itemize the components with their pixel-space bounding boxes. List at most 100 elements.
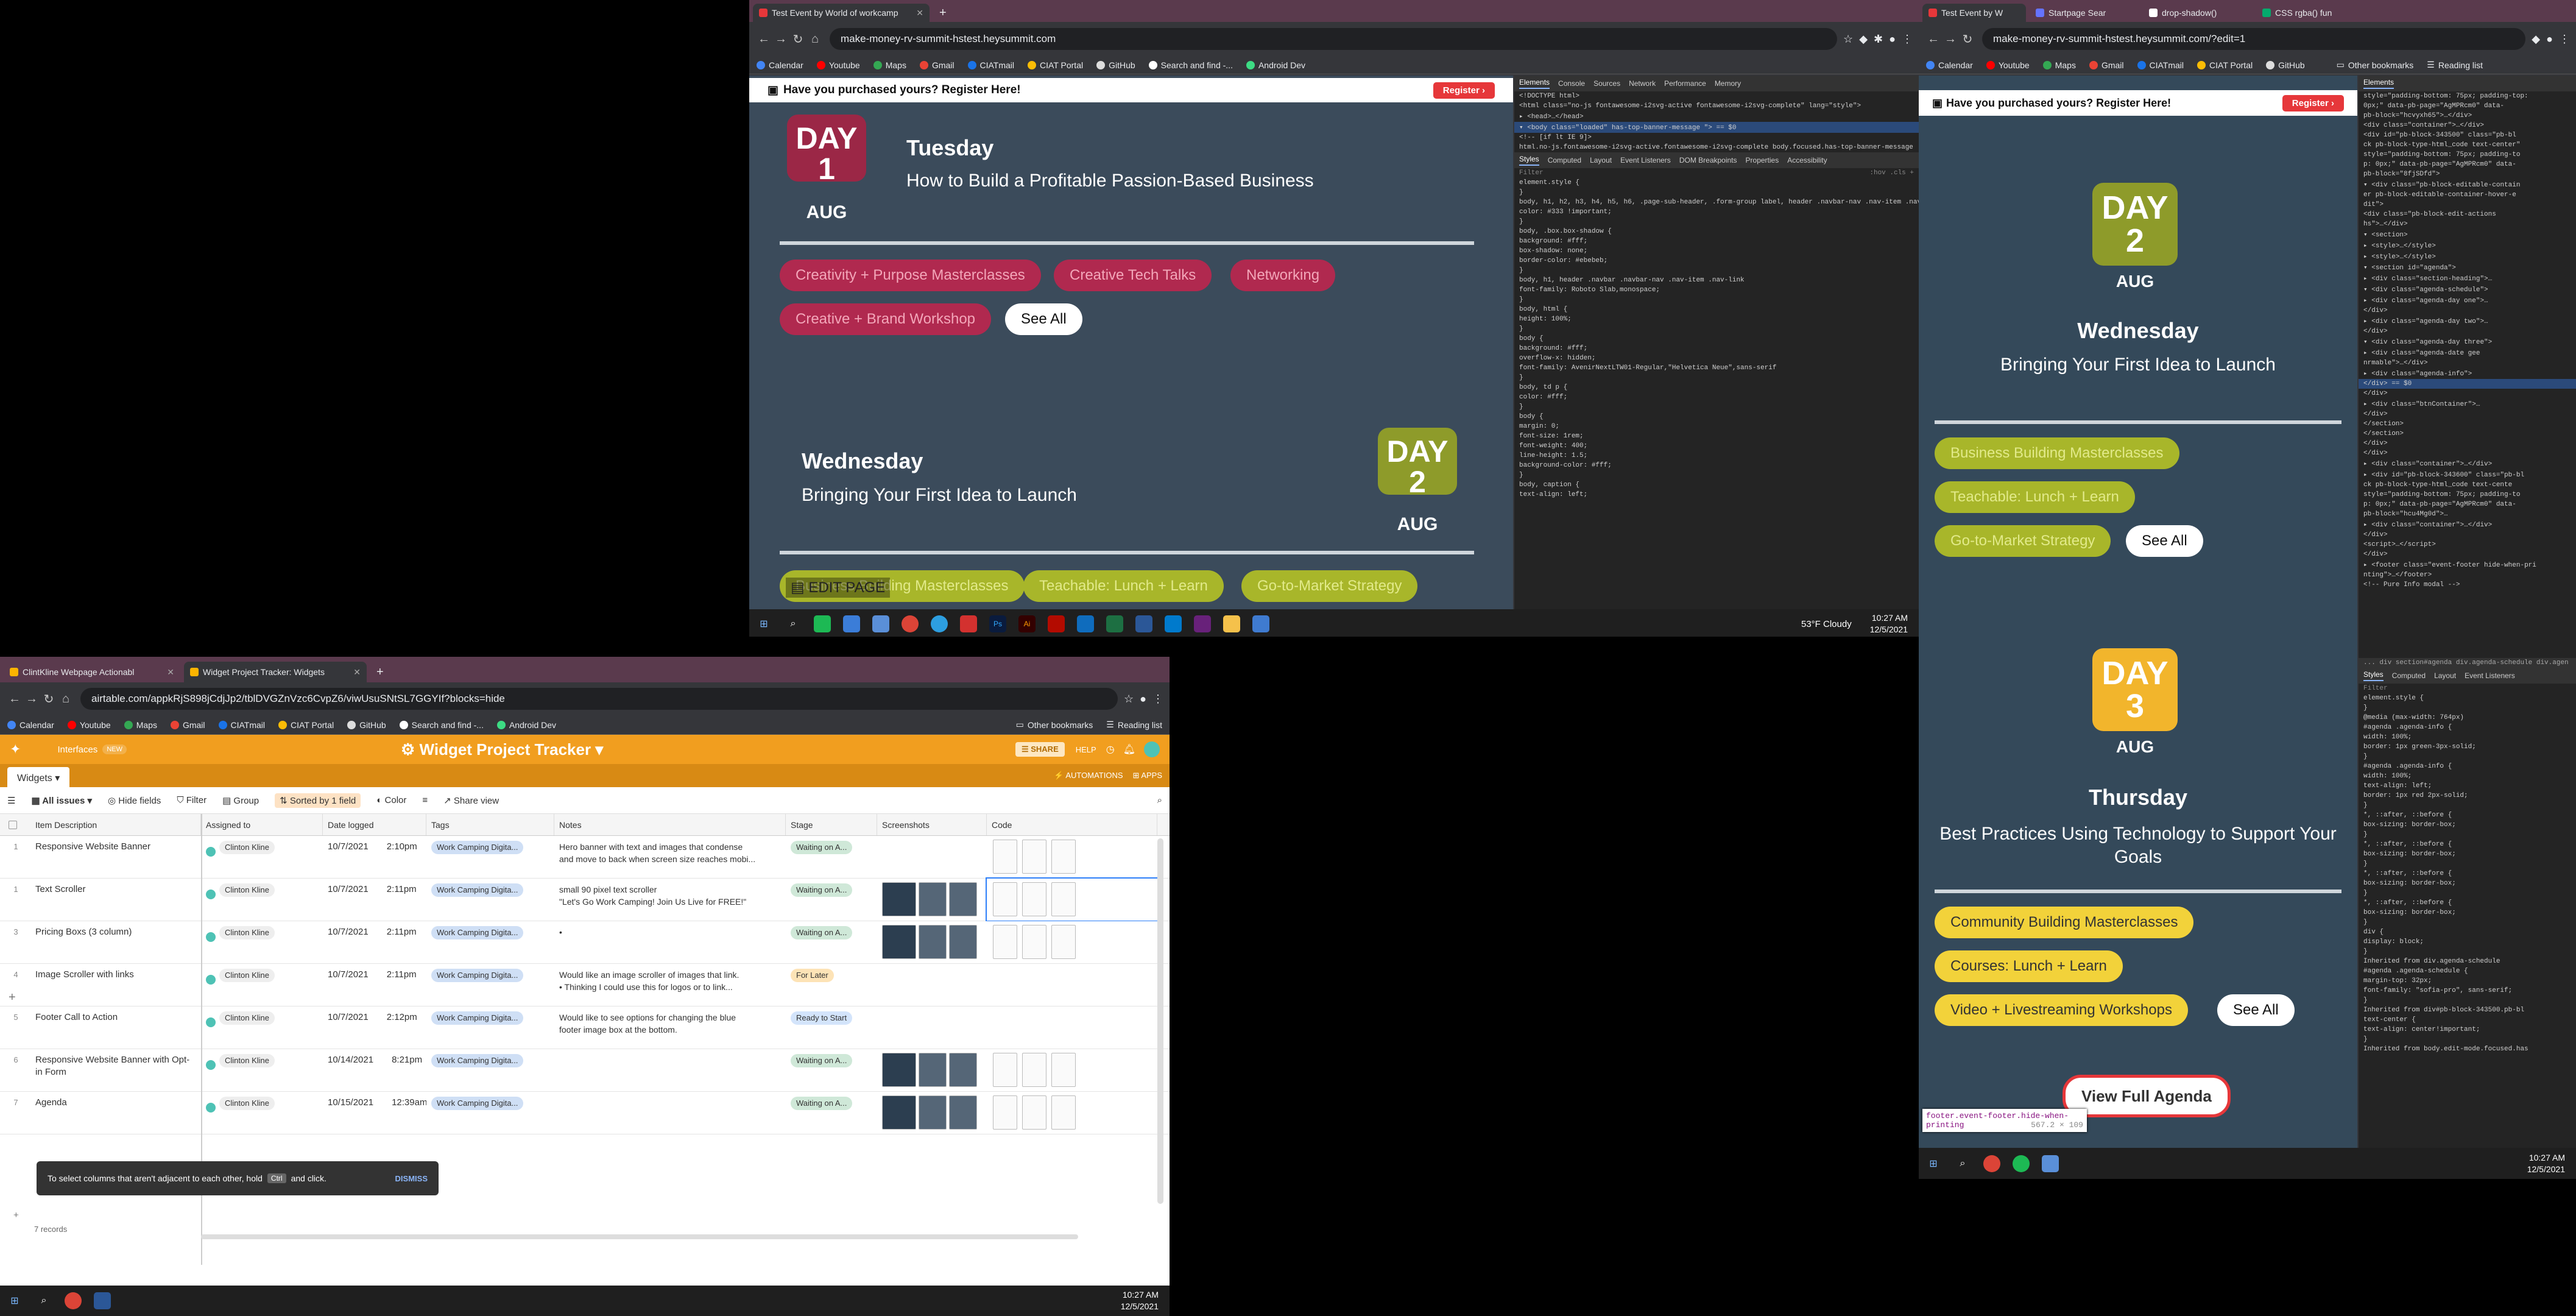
code-line[interactable]: ▸ <div class="container">…</div>: [2359, 519, 2576, 530]
code-line[interactable]: *, ::after, ::before {: [2359, 869, 2576, 879]
word-icon[interactable]: [94, 1292, 111, 1309]
home-icon[interactable]: ⌂: [806, 32, 824, 46]
row-number[interactable]: 1: [4, 836, 28, 878]
code-line[interactable]: }: [2359, 1035, 2576, 1044]
tags[interactable]: Work Camping Digita...: [426, 1049, 554, 1091]
code-line[interactable]: box-sizing: border-box;: [2359, 879, 2576, 888]
word-icon[interactable]: [1135, 615, 1152, 632]
reload-icon[interactable]: ↻: [1959, 32, 1976, 47]
assigned-to[interactable]: Clinton Kline: [201, 964, 323, 1006]
bookmark-gmail[interactable]: Gmail: [170, 720, 205, 730]
acrobat-icon[interactable]: [960, 615, 977, 632]
code-line[interactable]: </div>: [2359, 448, 2576, 458]
item-description[interactable]: Responsive Website Banner: [30, 836, 201, 878]
other-bookmarks[interactable]: ▭ Other bookmarks: [2337, 60, 2414, 70]
code-line[interactable]: </div>: [2359, 409, 2576, 419]
screenshot-thumbnail[interactable]: [919, 882, 947, 916]
new-tab-button[interactable]: +: [933, 4, 953, 22]
tab-memory[interactable]: Memory: [1715, 79, 1741, 88]
code-line[interactable]: }: [2359, 830, 2576, 840]
photoshop-icon[interactable]: Ps: [989, 615, 1006, 632]
code-line[interactable]: overflow-x: hidden;: [1514, 353, 1919, 363]
code-line[interactable]: </div>: [2359, 530, 2576, 540]
screenshots-cell[interactable]: [877, 964, 987, 1006]
code-line[interactable]: box-sizing: border-box;: [2359, 908, 2576, 918]
code-line[interactable]: element.style {: [1514, 178, 1919, 188]
tab-widget-tracker[interactable]: Widget Project Tracker: Widgets ✕: [184, 662, 367, 682]
notes[interactable]: Would like an image scroller of images t…: [554, 964, 786, 1006]
date-logged[interactable]: 10/7/2021 2:11pm: [323, 879, 426, 921]
code-cell[interactable]: [987, 1006, 1157, 1049]
styles-filter[interactable]: Filter:hov .cls +: [1514, 168, 1919, 178]
code-line[interactable]: }: [2359, 703, 2576, 713]
bookmark-ciatmail[interactable]: CIATmail: [218, 720, 265, 730]
code-line[interactable]: <!DOCTYPE html>: [1514, 91, 1919, 101]
code-line[interactable]: </div>: [2359, 389, 2576, 398]
code-line[interactable]: </section>: [2359, 419, 2576, 429]
code-line[interactable]: box-sizing: border-box;: [2359, 849, 2576, 859]
code-line[interactable]: @media (max-width: 764px): [2359, 713, 2576, 723]
share-view-button[interactable]: ↗ Share view: [443, 795, 499, 806]
code-line[interactable]: body, html {: [1514, 305, 1919, 314]
extension-icon[interactable]: ◆: [1859, 33, 1868, 46]
search-icon[interactable]: ⌕: [785, 615, 802, 632]
code-line[interactable]: margin: 0;: [1514, 422, 1919, 431]
chrome-icon[interactable]: [902, 615, 919, 632]
code-line[interactable]: font-weight: 400;: [1514, 441, 1919, 451]
code-line[interactable]: <script>…</script>: [2359, 540, 2576, 550]
code-line[interactable]: ▸ <head>…</head>: [1514, 111, 1919, 122]
bookmark-ciat-portal[interactable]: CIAT Portal: [278, 720, 334, 730]
code-line[interactable]: text-align: left;: [2359, 781, 2576, 791]
bookmark-maps[interactable]: Maps: [2042, 60, 2076, 70]
code-line[interactable]: body, caption {: [1514, 480, 1919, 490]
screenshot-thumbnail[interactable]: [949, 925, 977, 959]
row-number[interactable]: 7: [4, 1092, 28, 1134]
code-line[interactable]: ▸ <div class="section-heading">…: [2359, 273, 2576, 284]
forward-icon[interactable]: →: [23, 692, 40, 706]
code-line[interactable]: ck pb-block-type-html_code text-cente: [2359, 480, 2576, 490]
code-line[interactable]: width: 100%;: [2359, 771, 2576, 781]
screenshots-cell[interactable]: [877, 1006, 987, 1049]
base-title[interactable]: ⚙ Widget Project Tracker ▾: [401, 740, 603, 759]
track-pill[interactable]: Go-to-Market Strategy: [1935, 525, 2111, 557]
sort-button[interactable]: ⇅ Sorted by 1 field: [275, 793, 361, 808]
table-row[interactable]: 3 Pricing Boxs (3 column) Clinton Kline 10/…: [0, 921, 1170, 964]
bookmark-search[interactable]: Search and find -...: [1148, 60, 1233, 70]
code-line[interactable]: body, h1, header .navbar .navbar-nav .na…: [1514, 275, 1919, 285]
column-header[interactable]: Stage: [786, 814, 877, 835]
bookmark-youtube[interactable]: Youtube: [67, 720, 111, 730]
notes[interactable]: [554, 1049, 786, 1091]
item-description[interactable]: Image Scroller with links: [30, 964, 201, 1006]
stage[interactable]: Waiting on A...: [786, 836, 877, 878]
file-thumbnail[interactable]: [1051, 882, 1076, 916]
tab-network[interactable]: Network: [1629, 79, 1656, 88]
chrome-icon[interactable]: [65, 1292, 82, 1309]
reading-list[interactable]: ☰ Reading list: [2427, 60, 2483, 70]
style-subtab[interactable]: Properties: [1746, 156, 1779, 164]
code-line[interactable]: <div class="pb-block-edit-actions: [2359, 210, 2576, 219]
column-header[interactable]: Screenshots: [877, 814, 987, 835]
bookmark-calendar[interactable]: Calendar: [1926, 60, 1973, 70]
code-line[interactable]: <div id="pb-block-343500" class="pb-bl: [2359, 130, 2576, 140]
apps-button[interactable]: ⊞ APPS: [1133, 771, 1162, 780]
assigned-to[interactable]: Clinton Kline: [201, 1092, 323, 1134]
close-tab-icon[interactable]: ✕: [161, 667, 174, 677]
menu-icon[interactable]: ⋮: [1152, 693, 1163, 706]
add-summary-icon[interactable]: +: [13, 1210, 19, 1220]
bookmark-search[interactable]: Search and find -...: [399, 720, 484, 730]
code-cell[interactable]: [987, 921, 1157, 963]
code-line[interactable]: ▸ <div class="agenda-info">: [2359, 368, 2576, 379]
code-line[interactable]: </div>: [2359, 327, 2576, 336]
item-description[interactable]: Footer Call to Action: [30, 1006, 201, 1049]
other-bookmarks[interactable]: ▭ Other bookmarks: [1016, 720, 1093, 730]
code-line[interactable]: color: #fff;: [1514, 392, 1919, 402]
screenshot-thumbnail[interactable]: [949, 882, 977, 916]
tab-css-rgba[interactable]: CSS rgba() fun: [2256, 4, 2366, 22]
stage[interactable]: Ready to Start: [786, 1006, 877, 1049]
code-line[interactable]: pb-block="hcu4Mg0d">…: [2359, 509, 2576, 519]
windows-start-icon[interactable]: ⊞: [6, 1292, 23, 1309]
close-tab-icon[interactable]: ✕: [910, 8, 923, 18]
row-number[interactable]: 5: [4, 1006, 28, 1049]
code-line[interactable]: }: [1514, 324, 1919, 334]
tab-console[interactable]: Console: [1558, 79, 1585, 88]
